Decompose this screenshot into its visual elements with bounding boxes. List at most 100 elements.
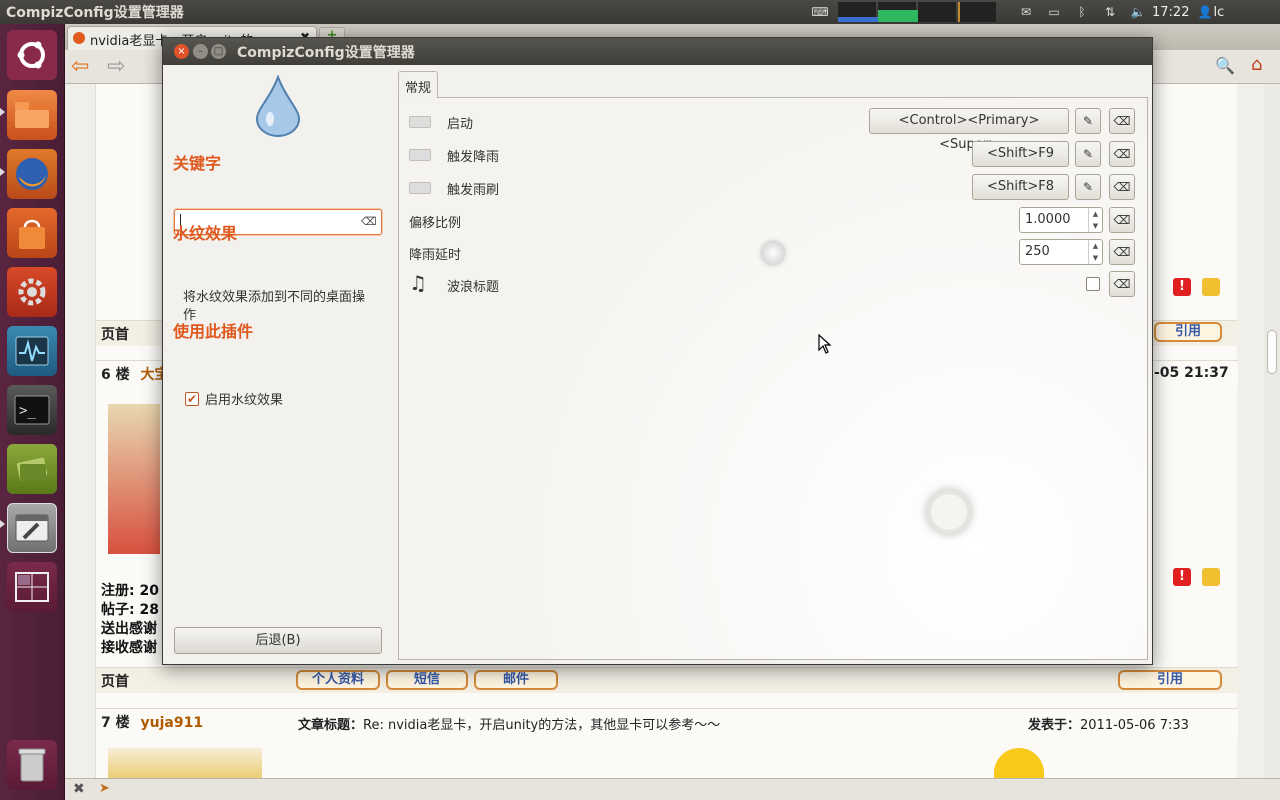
minimize-window-icon[interactable]: – bbox=[193, 44, 208, 59]
mem-graph bbox=[878, 2, 918, 22]
quote-button-label: 引用 bbox=[1156, 672, 1183, 687]
books-icon[interactable] bbox=[7, 444, 57, 494]
firefox-icon[interactable] bbox=[7, 149, 57, 199]
enable-plugin-label: 启用水纹效果 bbox=[205, 393, 284, 408]
forum-row-buttons: 页首 bbox=[96, 667, 1238, 693]
pm-button-label: 短信 bbox=[413, 672, 440, 687]
network-icon[interactable]: ⇅ bbox=[1100, 4, 1120, 20]
compizconfig-icon[interactable] bbox=[7, 503, 57, 553]
ubuntu-logo-icon[interactable] bbox=[7, 30, 57, 80]
poster-avatar bbox=[108, 404, 160, 554]
page-top-link[interactable]: 页首 bbox=[101, 327, 129, 343]
maximize-window-icon[interactable]: □ bbox=[211, 44, 226, 59]
system-load-indicator[interactable] bbox=[838, 2, 998, 22]
enable-plugin-row[interactable]: ✔ 启用水纹效果 bbox=[185, 389, 283, 408]
trash-icon[interactable] bbox=[7, 740, 57, 790]
reset-icon[interactable]: ⌫ bbox=[1109, 239, 1135, 265]
scrollbar-thumb[interactable] bbox=[1267, 330, 1277, 374]
mail-button[interactable]: 邮件 bbox=[474, 670, 558, 690]
reset-icon[interactable]: ⌫ bbox=[1109, 108, 1135, 134]
setting-label: 启动 bbox=[447, 117, 474, 132]
edit-pencil-icon[interactable]: ✎ bbox=[1075, 174, 1101, 200]
title-wave-checkbox[interactable] bbox=[1086, 277, 1100, 291]
profile-posts: 帖子: 28 bbox=[101, 602, 159, 618]
close-icon[interactable]: ✖ bbox=[73, 781, 85, 797]
setting-label: 降雨延时 bbox=[409, 248, 462, 263]
svg-text:>_: >_ bbox=[19, 403, 36, 419]
settings-panel: 启动 <Control><Primary><Super> ✎ ⌫ 触发降雨 <S… bbox=[398, 97, 1148, 660]
clear-filter-icon[interactable]: ⌫ bbox=[361, 215, 377, 229]
page-scrollbar[interactable] bbox=[1264, 84, 1280, 778]
profile-button-label: 个人资料 bbox=[311, 672, 364, 687]
mail-button-label: 邮件 bbox=[502, 672, 529, 687]
dialog-titlebar[interactable]: × – □ CompizConfig设置管理器 bbox=[163, 38, 1152, 65]
battery-icon[interactable]: ▭ bbox=[1044, 4, 1064, 20]
shortcut-button[interactable]: <Shift>F8 bbox=[972, 174, 1069, 200]
profile-thanks-received: 接收感谢 bbox=[101, 640, 157, 656]
dialog-title: CompizConfig设置管理器 bbox=[237, 45, 415, 61]
floor-number: 7 楼 bbox=[101, 715, 130, 731]
reset-icon[interactable]: ⌫ bbox=[1109, 174, 1135, 200]
user-icon[interactable]: 👤 bbox=[1197, 4, 1212, 20]
forum-post-7-header: 7 楼 yuja911 文章标题：Re: nvidia老显卡，开启unity的方… bbox=[96, 708, 1238, 738]
user-name[interactable]: lc bbox=[1213, 5, 1224, 20]
settings-content: 常规 启动 <Control><Primary><Super> ✎ ⌫ 触发降雨… bbox=[398, 65, 1152, 664]
bluetooth-icon[interactable]: ᛒ bbox=[1072, 4, 1092, 20]
tab-general[interactable]: 常规 bbox=[398, 71, 439, 98]
quote-button-top[interactable]: 引用 bbox=[1154, 322, 1222, 342]
report-icon[interactable]: ! bbox=[1173, 568, 1191, 586]
ripple-drop bbox=[927, 490, 971, 534]
reset-icon[interactable]: ⌫ bbox=[1109, 141, 1135, 167]
spin-value: 250 bbox=[1025, 244, 1050, 259]
search-engine-icon[interactable]: 🔍 bbox=[1215, 56, 1235, 75]
plugin-name-heading: 水纹效果 bbox=[173, 224, 238, 243]
active-app-title: CompizConfig设置管理器 bbox=[6, 5, 184, 21]
keyboard-icon: ⌨ bbox=[811, 5, 829, 19]
addon-icon[interactable]: ➤ bbox=[99, 781, 110, 796]
setting-label: 触发降雨 bbox=[447, 150, 500, 165]
post-date-text: 2011-05-06 7:33 bbox=[1080, 718, 1189, 733]
terminal-icon[interactable]: >_ bbox=[7, 385, 57, 435]
setting-row-title-wave: ♫ 波浪标题 ⌫ bbox=[409, 271, 1139, 297]
back-arrow-icon[interactable]: ⇦ bbox=[71, 54, 89, 79]
report-icon[interactable]: ! bbox=[1173, 278, 1191, 296]
workspace-switcher-icon[interactable] bbox=[7, 562, 57, 612]
browser-statusbar: ✖ ➤ bbox=[65, 778, 1280, 800]
post-title: 文章标题：Re: nvidia老显卡，开启unity的方法，其他显卡可以参考～～ bbox=[298, 714, 720, 733]
shortcut-button[interactable]: <Control><Primary><Super> bbox=[869, 108, 1069, 152]
software-center-icon[interactable] bbox=[7, 208, 57, 258]
clock[interactable]: 17:22 bbox=[1152, 5, 1189, 20]
floor-number: 6 楼 bbox=[101, 367, 130, 383]
profile-reg: 注册: 20 bbox=[101, 583, 159, 599]
home-icon[interactable]: ⌂ bbox=[1251, 54, 1262, 75]
net-graph bbox=[918, 2, 956, 22]
page-top-link[interactable]: 页首 bbox=[101, 674, 129, 690]
back-button[interactable]: 后退(B) bbox=[174, 627, 382, 654]
keyboard-indicator[interactable]: ⌨ bbox=[806, 0, 834, 24]
offset-scale-spinbox[interactable]: 1.0000 ▲ ▼ bbox=[1019, 207, 1103, 233]
shortcut-button[interactable]: <Shift>F9 bbox=[972, 141, 1069, 167]
spin-arrows-icon[interactable]: ▲ ▼ bbox=[1088, 208, 1102, 232]
rain-delay-spinbox[interactable]: 250 ▲ ▼ bbox=[1019, 239, 1103, 265]
pm-button[interactable]: 短信 bbox=[386, 670, 468, 690]
mail-icon[interactable]: ✉ bbox=[1016, 4, 1036, 20]
setting-row-initiate: 启动 <Control><Primary><Super> ✎ ⌫ bbox=[409, 108, 1139, 152]
system-settings-icon[interactable] bbox=[7, 267, 57, 317]
thank-icon[interactable] bbox=[1202, 278, 1220, 296]
edit-pencil-icon[interactable]: ✎ bbox=[1075, 141, 1101, 167]
forward-arrow-icon[interactable]: ⇨ bbox=[107, 54, 125, 79]
poster-name[interactable]: yuja911 bbox=[141, 715, 204, 731]
reset-icon[interactable]: ⌫ bbox=[1109, 271, 1135, 297]
profile-button[interactable]: 个人资料 bbox=[296, 670, 380, 690]
spin-arrows-icon[interactable]: ▲ ▼ bbox=[1088, 240, 1102, 264]
volume-icon[interactable]: 🔈 bbox=[1128, 4, 1148, 20]
enable-plugin-checkbox[interactable]: ✔ bbox=[185, 391, 199, 406]
edit-pencil-icon[interactable]: ✎ bbox=[1075, 108, 1101, 134]
system-monitor-icon[interactable] bbox=[7, 326, 57, 376]
thank-icon[interactable] bbox=[1202, 568, 1220, 586]
quote-button[interactable]: 引用 bbox=[1118, 670, 1222, 690]
setting-label: 偏移比例 bbox=[409, 216, 462, 231]
close-window-icon[interactable]: × bbox=[174, 44, 189, 59]
reset-icon[interactable]: ⌫ bbox=[1109, 207, 1135, 233]
home-folder-icon[interactable] bbox=[7, 90, 57, 140]
